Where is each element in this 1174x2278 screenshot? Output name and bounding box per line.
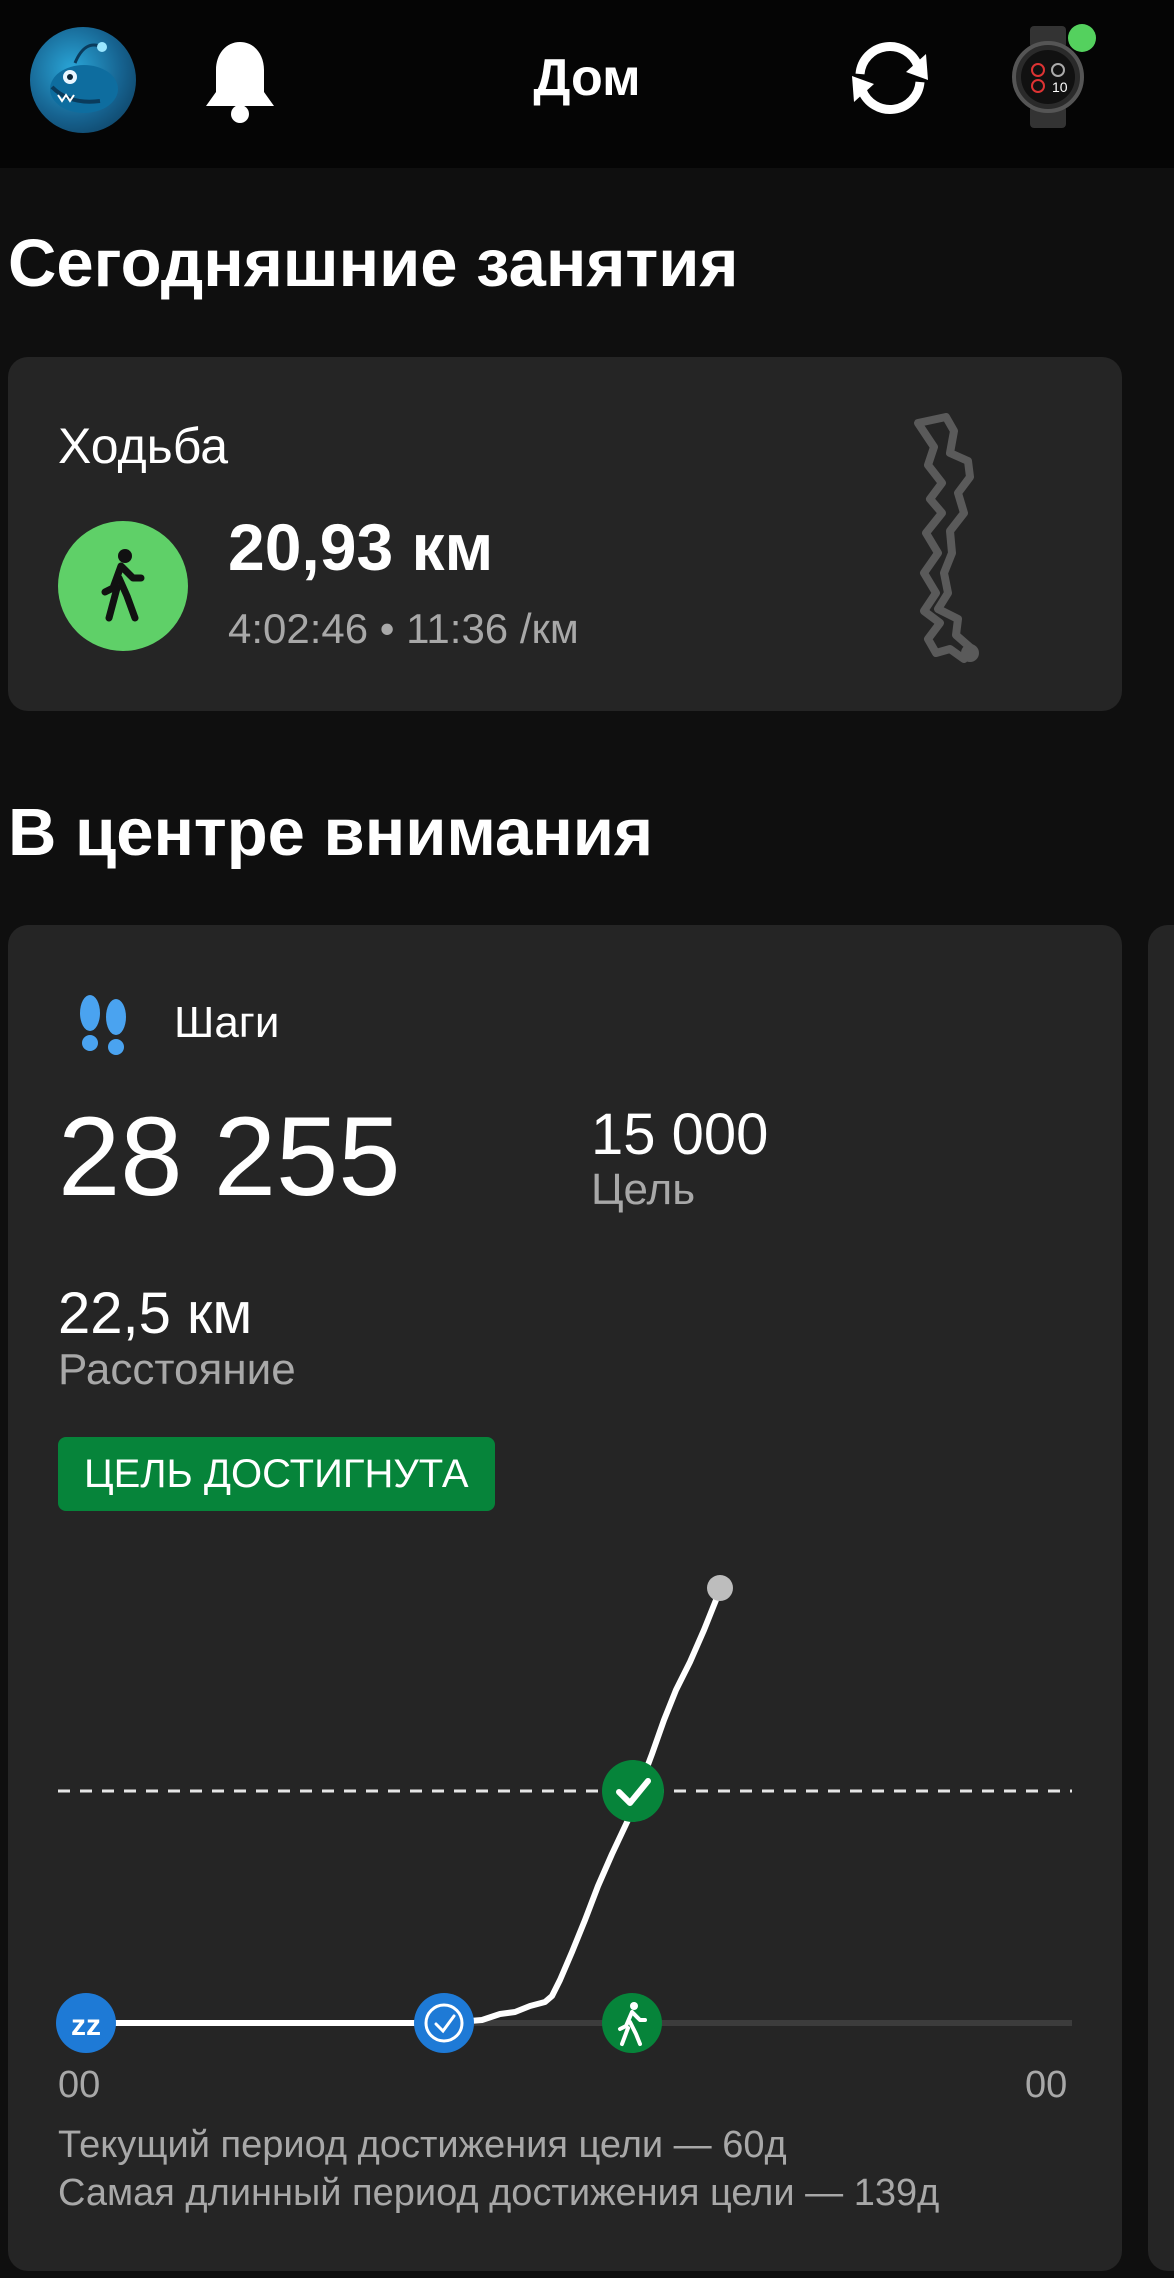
clock-icon bbox=[414, 1993, 474, 2053]
goal-check-icon bbox=[602, 1760, 664, 1822]
top-bar: Дом 10 bbox=[0, 0, 1174, 168]
walking-icon bbox=[58, 521, 188, 651]
section-title-highlights: В центре внимания bbox=[8, 795, 654, 870]
activity-name: Ходьба bbox=[58, 418, 229, 474]
streak-current: Текущий период достижения цели — 60д bbox=[58, 2124, 787, 2166]
steps-goal-label: Цель bbox=[591, 1165, 696, 1214]
sync-icon[interactable] bbox=[840, 36, 940, 120]
page-title: Дом bbox=[533, 49, 641, 107]
chart-end-label: 00 bbox=[1025, 2064, 1068, 2106]
connection-status-dot bbox=[1068, 24, 1096, 52]
goal-reached-badge: ЦЕЛЬ ДОСТИГНУТА bbox=[58, 1437, 495, 1511]
steps-goal-value: 15 000 bbox=[591, 1102, 769, 1167]
svg-text:zz: zz bbox=[71, 2009, 101, 2042]
streak-longest: Самая длинный период достижения цели — 1… bbox=[58, 2172, 940, 2214]
next-highlight-card-peek[interactable] bbox=[1148, 925, 1174, 2271]
activity-card-walking[interactable]: Ходьба 20,93 км 4:02:46 • 11:36 /км bbox=[8, 357, 1122, 711]
activity-details: 4:02:46 • 11:36 /км bbox=[228, 605, 579, 652]
svg-text:10: 10 bbox=[1052, 79, 1068, 95]
activity-distance: 20,93 км bbox=[228, 510, 494, 584]
chart-start-label: 00 bbox=[58, 2064, 101, 2106]
current-point-marker bbox=[707, 1575, 733, 1601]
section-title-todays-activities: Сегодняшние занятия bbox=[8, 226, 739, 301]
steps-distance-label: Расстояние bbox=[58, 1345, 296, 1394]
steps-title: Шаги bbox=[174, 998, 280, 1047]
steps-chart: zz bbox=[56, 1575, 1072, 2053]
route-map-icon bbox=[898, 413, 1008, 668]
sleep-icon: zz bbox=[56, 1993, 116, 2053]
footprints-icon bbox=[74, 993, 132, 1062]
steps-count: 28 255 bbox=[58, 1094, 401, 1219]
walking-activity-icon bbox=[602, 1993, 662, 2053]
steps-distance-value: 22,5 км bbox=[58, 1281, 253, 1346]
